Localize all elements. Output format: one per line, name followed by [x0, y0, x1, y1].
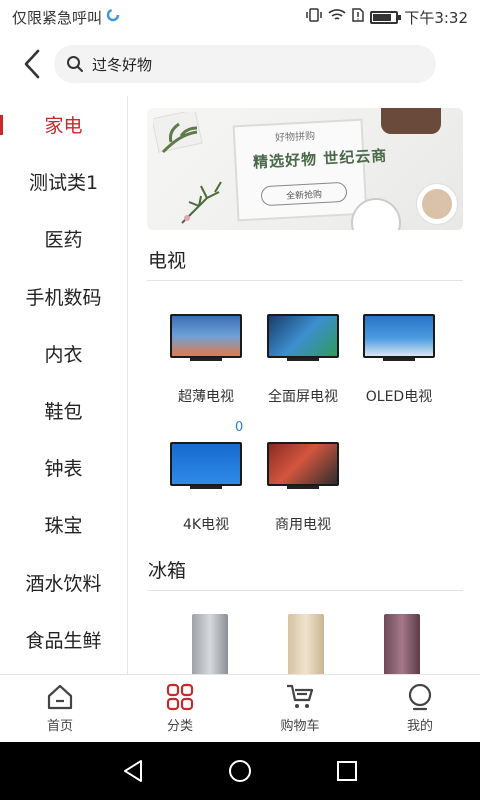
tab-category[interactable]: 分类 [120, 675, 240, 742]
sidebar-item-food[interactable]: 食品生鲜 [0, 611, 127, 668]
sidebar-item-label: 钟表 [44, 458, 83, 481]
sidebar-item-label: 酒水饮料 [25, 572, 102, 595]
sidebar-item-label: 医药 [44, 229, 83, 252]
sidebar-item-label: 鞋包 [44, 401, 83, 424]
tv-item-full-screen[interactable]: 全面屏电视 [251, 314, 355, 406]
chevron-left-icon [24, 49, 40, 79]
cake-decoration [381, 108, 441, 134]
fridge-thumbnail-purple[interactable] [384, 614, 420, 674]
tv-thumbnail [170, 442, 242, 490]
tv-item-oled[interactable]: OLED电视 [347, 314, 451, 406]
nav-back-icon[interactable] [122, 759, 144, 783]
section-title-fridge: 冰箱 [148, 560, 187, 582]
search-header [0, 38, 480, 90]
bottom-tab-bar: 首页 分类 购物车 我的 [0, 674, 480, 742]
wifi-icon [328, 8, 346, 26]
tv-item-label: 4K电视 [182, 517, 230, 533]
tv-item-label: 商用电视 [275, 517, 331, 533]
category-content: 好物拼购 精选好物 世纪云商 全新抢购 电视 超薄电视 全面屏电视 OLED电视… [128, 96, 480, 674]
sidebar-item-label: 家电 [44, 115, 83, 138]
sidebar-item-appliances[interactable]: 家电 [0, 96, 127, 153]
tv-thumbnail [170, 314, 242, 362]
tv-item-label: 超薄电视 [178, 389, 234, 405]
profile-icon [408, 683, 432, 711]
sidebar-item-label: 手机数码 [25, 286, 102, 309]
tab-label: 分类 [166, 719, 193, 734]
tab-profile[interactable]: 我的 [360, 675, 480, 742]
tv-thumbnail [363, 314, 435, 362]
search-input[interactable] [92, 55, 392, 73]
plant-decoration [153, 112, 203, 154]
tv-thumbnail [267, 314, 339, 362]
tv-item-commercial[interactable]: 商用电视 [251, 442, 355, 534]
sidebar-item-bags[interactable]: 鞋包 [0, 382, 127, 439]
sidebar-item-label: 测试类1 [28, 172, 99, 195]
category-sidebar: 家电 测试类1 医药 手机数码 内衣 鞋包 钟表 珠宝 酒水饮料 食品生鲜 [0, 96, 128, 674]
sidebar-item-label: 食品生鲜 [25, 629, 102, 652]
battery-icon [370, 10, 402, 24]
tab-cart[interactable]: 购物车 [240, 675, 360, 742]
sidebar-item-medicine[interactable]: 医药 [0, 210, 127, 267]
sidebar-item-label: 内衣 [44, 343, 83, 366]
tab-label: 我的 [406, 719, 433, 734]
sidebar-item-test1[interactable]: 测试类1 [0, 153, 127, 210]
fridge-thumbnail-champagne[interactable] [288, 614, 324, 674]
tv-item-4k[interactable]: 4K电视 [154, 442, 258, 534]
tv-item-ultra-thin[interactable]: 超薄电视 [154, 314, 258, 406]
sidebar-item-drinks[interactable]: 酒水饮料 [0, 554, 127, 611]
back-button[interactable] [10, 42, 54, 86]
sim-alert-icon [352, 8, 365, 26]
tv-thumbnail [267, 442, 339, 490]
section-title-tv: 电视 [148, 250, 187, 272]
banner-small-text: 好物拼购 [274, 130, 316, 145]
vibrate-icon [306, 8, 323, 26]
fridge-thumbnail-silver[interactable] [192, 614, 228, 674]
sidebar-item-jewelry[interactable]: 珠宝 [0, 496, 127, 553]
nav-recents-icon[interactable] [336, 760, 358, 782]
status-bar: 仅限紧急呼叫 下午3:32 [0, 0, 480, 34]
tab-home[interactable]: 首页 [0, 675, 120, 742]
system-nav-bar [0, 742, 480, 800]
cart-icon [287, 684, 314, 708]
tab-label: 首页 [46, 719, 73, 734]
home-icon [47, 684, 73, 710]
tv-item-label: OLED电视 [365, 389, 433, 405]
tv-item-label: 全面屏电视 [268, 389, 338, 405]
clock-text: 下午3:32 [404, 8, 468, 27]
search-box[interactable] [54, 45, 436, 83]
sidebar-item-watches[interactable]: 钟表 [0, 439, 127, 496]
search-icon [67, 56, 83, 72]
sidebar-item-underwear[interactable]: 内衣 [0, 325, 127, 382]
count-badge: 0 [235, 420, 244, 435]
section-divider [147, 590, 463, 591]
loading-icon [106, 8, 120, 26]
coffee-cup-decoration [417, 184, 457, 224]
nav-home-icon[interactable] [228, 759, 252, 783]
leaves-decoration [181, 181, 222, 224]
tab-label: 购物车 [280, 719, 320, 734]
sidebar-item-label: 珠宝 [44, 515, 83, 538]
carrier-text: 仅限紧急呼叫 [12, 8, 103, 27]
section-divider [147, 280, 463, 281]
promo-banner[interactable]: 好物拼购 精选好物 世纪云商 全新抢购 [147, 108, 463, 230]
sidebar-item-digital[interactable]: 手机数码 [0, 268, 127, 325]
category-icon [166, 683, 194, 711]
